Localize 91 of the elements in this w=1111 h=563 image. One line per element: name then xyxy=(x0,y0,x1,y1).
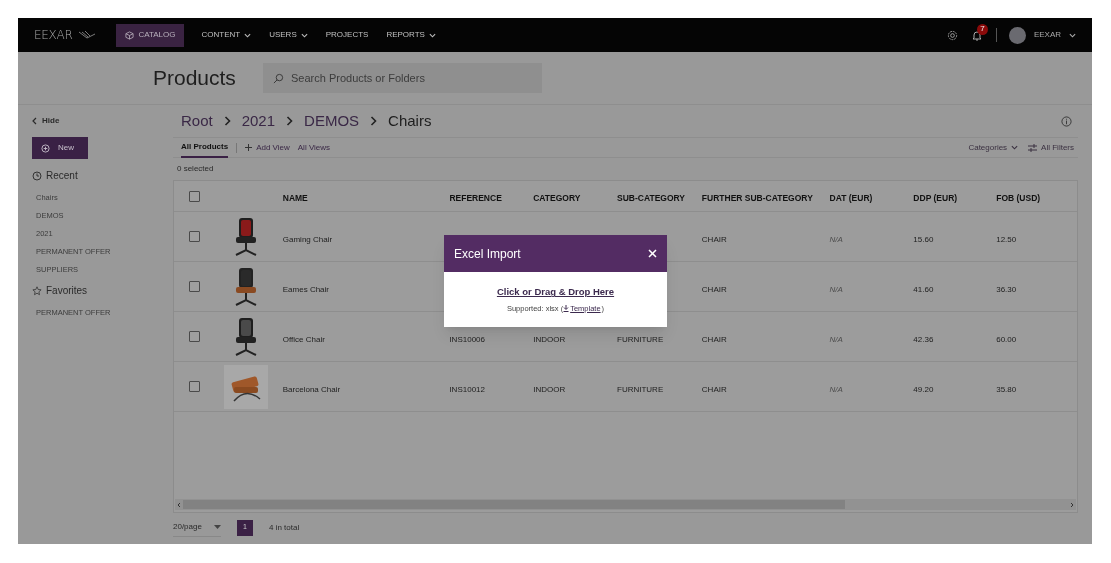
total-count: 4 in total xyxy=(269,521,300,534)
table-cell: 12.50 xyxy=(996,234,1017,244)
settings-icon[interactable] xyxy=(946,29,958,41)
table-cell: FURNITURE xyxy=(617,334,664,344)
all-filters-button[interactable]: All Filters xyxy=(1028,141,1074,154)
nav-item[interactable]: USERS xyxy=(268,23,309,47)
table-cell: 60.00 xyxy=(996,334,1017,344)
table-cell: CHAIR xyxy=(701,284,727,294)
nav-item[interactable]: REPORTS xyxy=(385,23,437,47)
column-header: SUB-CATEGORY xyxy=(617,193,685,203)
hide-button[interactable]: Hide xyxy=(32,115,173,127)
column-header: DDP (EUR) xyxy=(913,193,958,203)
plus-circle-icon xyxy=(41,143,50,153)
cube-icon xyxy=(125,30,135,40)
table-cell: FURNITURE xyxy=(617,384,664,394)
nav-item[interactable]: PROJECTS xyxy=(324,23,370,47)
table-cell: 35.80 xyxy=(996,384,1017,394)
download-icon xyxy=(563,304,570,312)
breadcrumb-item[interactable]: Root xyxy=(181,109,213,133)
user-name[interactable]: EEXAR xyxy=(1033,29,1061,41)
section-title: Favorites xyxy=(46,284,88,298)
horizontal-scrollbar[interactable] xyxy=(175,499,1076,510)
chevron-right-icon xyxy=(370,116,378,126)
logo[interactable]: EEXAR xyxy=(34,26,73,44)
checkbox[interactable] xyxy=(189,381,201,392)
search-field[interactable]: Search Products or Folders xyxy=(263,63,542,93)
clock-icon xyxy=(32,170,42,181)
table-cell: 42.36 xyxy=(913,334,934,344)
table-cell: N/A xyxy=(829,384,843,394)
table-cell: INDOOR xyxy=(533,384,566,394)
column-header: DAT (EUR) xyxy=(829,193,873,203)
table-cell: INS10006 xyxy=(449,334,485,344)
chevron-down-icon xyxy=(1011,145,1019,150)
table-cell: 41.60 xyxy=(913,284,934,294)
checkbox[interactable] xyxy=(189,281,201,292)
nav-item[interactable]: CATALOG xyxy=(116,23,185,47)
checkbox[interactable] xyxy=(189,231,201,242)
sliders-icon xyxy=(1028,143,1038,152)
chevron-down-icon xyxy=(1069,32,1076,38)
view-tab[interactable]: All Products xyxy=(181,137,229,158)
bird-icon xyxy=(78,30,97,40)
new-button[interactable]: New xyxy=(32,137,88,159)
notification-badge: 7 xyxy=(976,23,988,35)
chevron-left-icon xyxy=(32,117,37,125)
breadcrumb-item[interactable]: 2021 xyxy=(241,109,276,133)
close-icon[interactable] xyxy=(648,249,657,258)
column-header: FURTHER SUB-CATEGORY xyxy=(701,193,813,203)
star-icon xyxy=(32,285,42,296)
categories-dropdown[interactable]: Categories xyxy=(968,141,1019,154)
column-header: REFERENCE xyxy=(449,193,502,203)
chevron-right-icon xyxy=(223,116,231,126)
column-header: CATEGORY xyxy=(533,193,581,203)
bell-icon[interactable] xyxy=(971,29,982,41)
chevron-right-icon xyxy=(286,116,294,126)
table-cell: CHAIR xyxy=(701,384,727,394)
add-view-button[interactable]: Add View xyxy=(245,137,290,158)
table-cell: Barcelona Chair xyxy=(282,384,341,394)
page-title: Products xyxy=(153,65,237,92)
drop-zone-link[interactable]: Click or Drag & Drop Here xyxy=(496,285,615,300)
table-cell: 36.30 xyxy=(996,284,1017,294)
plus-icon xyxy=(245,144,253,151)
avatar[interactable] xyxy=(1008,26,1026,44)
table-cell: Office Chair xyxy=(282,334,325,344)
column-header: FOB (USD) xyxy=(996,193,1041,203)
table-cell: 15.60 xyxy=(913,234,934,244)
chevron-left-icon[interactable] xyxy=(175,500,183,509)
column-header: NAME xyxy=(282,193,308,203)
checkbox[interactable] xyxy=(189,331,201,342)
search-icon xyxy=(273,73,284,84)
table-cell: INS10012 xyxy=(449,384,485,394)
breadcrumb-item[interactable]: DEMOS xyxy=(304,109,360,133)
checkbox[interactable] xyxy=(189,190,201,202)
table-cell: INDOOR xyxy=(533,334,566,344)
table-cell: Gaming Chair xyxy=(282,234,333,244)
table-cell: 49.20 xyxy=(913,384,934,394)
table-cell: Eames Chair xyxy=(282,284,329,294)
chevron-right-icon[interactable] xyxy=(1068,500,1076,509)
selection-count: 0 selected xyxy=(177,163,214,175)
table-cell: N/A xyxy=(829,284,843,294)
nav-item[interactable]: CONTENT xyxy=(200,23,253,47)
view-tab[interactable]: All Views xyxy=(297,137,331,158)
dialog-title: Excel Import xyxy=(454,245,521,263)
table-cell: CHAIR xyxy=(701,234,727,244)
page-size-select[interactable]: 20/page xyxy=(173,518,221,537)
table-cell: N/A xyxy=(829,234,843,244)
table-cell: CHAIR xyxy=(701,334,727,344)
caret-icon xyxy=(214,525,221,529)
section-title: Recent xyxy=(46,169,78,183)
info-icon[interactable] xyxy=(1061,115,1072,127)
breadcrumb-item: Chairs xyxy=(388,110,432,131)
table-cell: N/A xyxy=(829,334,843,344)
